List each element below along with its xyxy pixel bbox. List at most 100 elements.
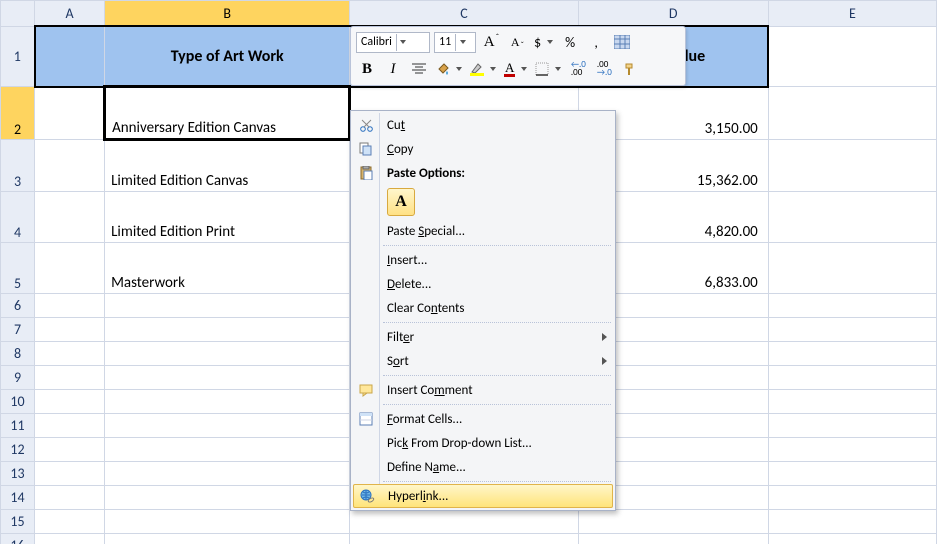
font-color-button[interactable]: A — [502, 59, 529, 79]
cell-B3[interactable]: Limited Edition Canvas — [105, 140, 350, 192]
cell-B9[interactable] — [105, 366, 350, 390]
row-head-7[interactable]: 7 — [1, 318, 35, 342]
col-head-E[interactable]: E — [768, 1, 936, 27]
comma-format-button[interactable]: , — [585, 32, 607, 52]
cell-A10[interactable] — [35, 390, 105, 414]
menu-define-name[interactable]: Define Name... — [353, 455, 613, 479]
menu-format-cells[interactable]: Format Cells... — [353, 407, 613, 431]
col-head-B[interactable]: B — [105, 1, 350, 27]
highlight-color-button[interactable] — [468, 59, 498, 79]
cell-C15[interactable] — [350, 510, 578, 534]
cell-A14[interactable] — [35, 486, 105, 510]
increase-decimal-button[interactable]: ←.0 .00 — [567, 59, 589, 79]
cell-A6[interactable] — [35, 294, 105, 318]
italic-button[interactable]: I — [382, 59, 404, 79]
cell-B4[interactable]: Limited Edition Print — [105, 192, 350, 243]
row-head-14[interactable]: 14 — [1, 486, 35, 510]
col-head-C[interactable]: C — [350, 1, 578, 27]
cell-A15[interactable] — [35, 510, 105, 534]
cell-A11[interactable] — [35, 414, 105, 438]
row-head-12[interactable]: 12 — [1, 438, 35, 462]
col-head-A[interactable]: A — [35, 1, 105, 27]
format-as-table-button[interactable] — [611, 32, 633, 52]
paste-keep-formatting-button[interactable]: A — [387, 188, 415, 216]
cell-A2[interactable] — [35, 87, 105, 140]
row-head-1[interactable]: 1 — [1, 26, 35, 87]
row-head-3[interactable]: 3 — [1, 140, 35, 192]
row-head-4[interactable]: 4 — [1, 192, 35, 243]
menu-copy[interactable]: Copy — [353, 137, 613, 161]
cell-E14[interactable] — [768, 486, 936, 510]
cell-A1[interactable] — [35, 26, 105, 87]
cell-E7[interactable] — [768, 318, 936, 342]
cell-A4[interactable] — [35, 192, 105, 243]
cell-B12[interactable] — [105, 438, 350, 462]
menu-filter[interactable]: Filter — [353, 325, 613, 349]
decrease-decimal-button[interactable]: .00 →.0 — [593, 59, 615, 79]
row-head-8[interactable]: 8 — [1, 342, 35, 366]
cell-D16[interactable] — [578, 534, 768, 544]
cell-B13[interactable] — [105, 462, 350, 486]
cell-E11[interactable] — [768, 414, 936, 438]
font-name-combo[interactable]: Calibri — [356, 32, 430, 53]
row-head-9[interactable]: 9 — [1, 366, 35, 390]
row-head-2[interactable]: 2 — [1, 87, 35, 140]
select-all-corner[interactable] — [1, 1, 35, 27]
cell-A16[interactable] — [35, 534, 105, 544]
cell-E5[interactable] — [768, 243, 936, 294]
cell-E12[interactable] — [768, 438, 936, 462]
cell-B8[interactable] — [105, 342, 350, 366]
cell-E8[interactable] — [768, 342, 936, 366]
cell-A13[interactable] — [35, 462, 105, 486]
menu-delete[interactable]: Delete... — [353, 272, 613, 296]
cell-A7[interactable] — [35, 318, 105, 342]
menu-clear-contents[interactable]: Clear Contents — [353, 296, 613, 320]
percent-format-button[interactable]: % — [559, 32, 581, 52]
decrease-font-button[interactable]: A ˇ — [506, 32, 528, 52]
cell-E6[interactable] — [768, 294, 936, 318]
row-head-10[interactable]: 10 — [1, 390, 35, 414]
font-size-combo[interactable]: 11 — [434, 32, 476, 53]
row-head-16[interactable]: 16 — [1, 534, 35, 544]
cell-E2[interactable] — [768, 87, 936, 140]
cell-A3[interactable] — [35, 140, 105, 192]
cell-E13[interactable] — [768, 462, 936, 486]
menu-cut[interactable]: Cut — [353, 113, 613, 137]
bold-button[interactable]: B — [356, 59, 378, 79]
row-head-6[interactable]: 6 — [1, 294, 35, 318]
cell-A8[interactable] — [35, 342, 105, 366]
increase-font-button[interactable]: A ˆ — [480, 32, 502, 52]
cell-B11[interactable] — [105, 414, 350, 438]
cell-E16[interactable] — [768, 534, 936, 544]
borders-button[interactable] — [533, 59, 563, 79]
row-head-13[interactable]: 13 — [1, 462, 35, 486]
cell-A12[interactable] — [35, 438, 105, 462]
format-painter-button[interactable] — [619, 59, 641, 79]
cell-E3[interactable] — [768, 140, 936, 192]
col-head-D[interactable]: D — [578, 1, 768, 27]
cell-D15[interactable] — [578, 510, 768, 534]
cell-B15[interactable] — [105, 510, 350, 534]
row-head-5[interactable]: 5 — [1, 243, 35, 294]
cell-E1[interactable] — [768, 26, 936, 87]
cell-E15[interactable] — [768, 510, 936, 534]
fill-color-button[interactable] — [434, 59, 464, 79]
cell-B2[interactable]: Anniversary Edition Canvas — [105, 87, 350, 140]
cell-A9[interactable] — [35, 366, 105, 390]
menu-pick-from-list[interactable]: Pick From Drop-down List... — [353, 431, 613, 455]
cell-B5[interactable]: Masterwork — [105, 243, 350, 294]
row-head-15[interactable]: 15 — [1, 510, 35, 534]
menu-sort[interactable]: Sort — [353, 349, 613, 373]
cell-B7[interactable] — [105, 318, 350, 342]
cell-B10[interactable] — [105, 390, 350, 414]
cell-C16[interactable] — [350, 534, 578, 544]
cell-B14[interactable] — [105, 486, 350, 510]
cell-E4[interactable] — [768, 192, 936, 243]
accounting-format-button[interactable]: $ — [532, 32, 555, 52]
cell-A5[interactable] — [35, 243, 105, 294]
menu-paste-special[interactable]: Paste Special... — [353, 219, 613, 243]
cell-E10[interactable] — [768, 390, 936, 414]
menu-insert-comment[interactable]: Insert Comment — [353, 378, 613, 402]
cell-E9[interactable] — [768, 366, 936, 390]
menu-hyperlink[interactable]: Hyperlink... — [353, 484, 613, 508]
